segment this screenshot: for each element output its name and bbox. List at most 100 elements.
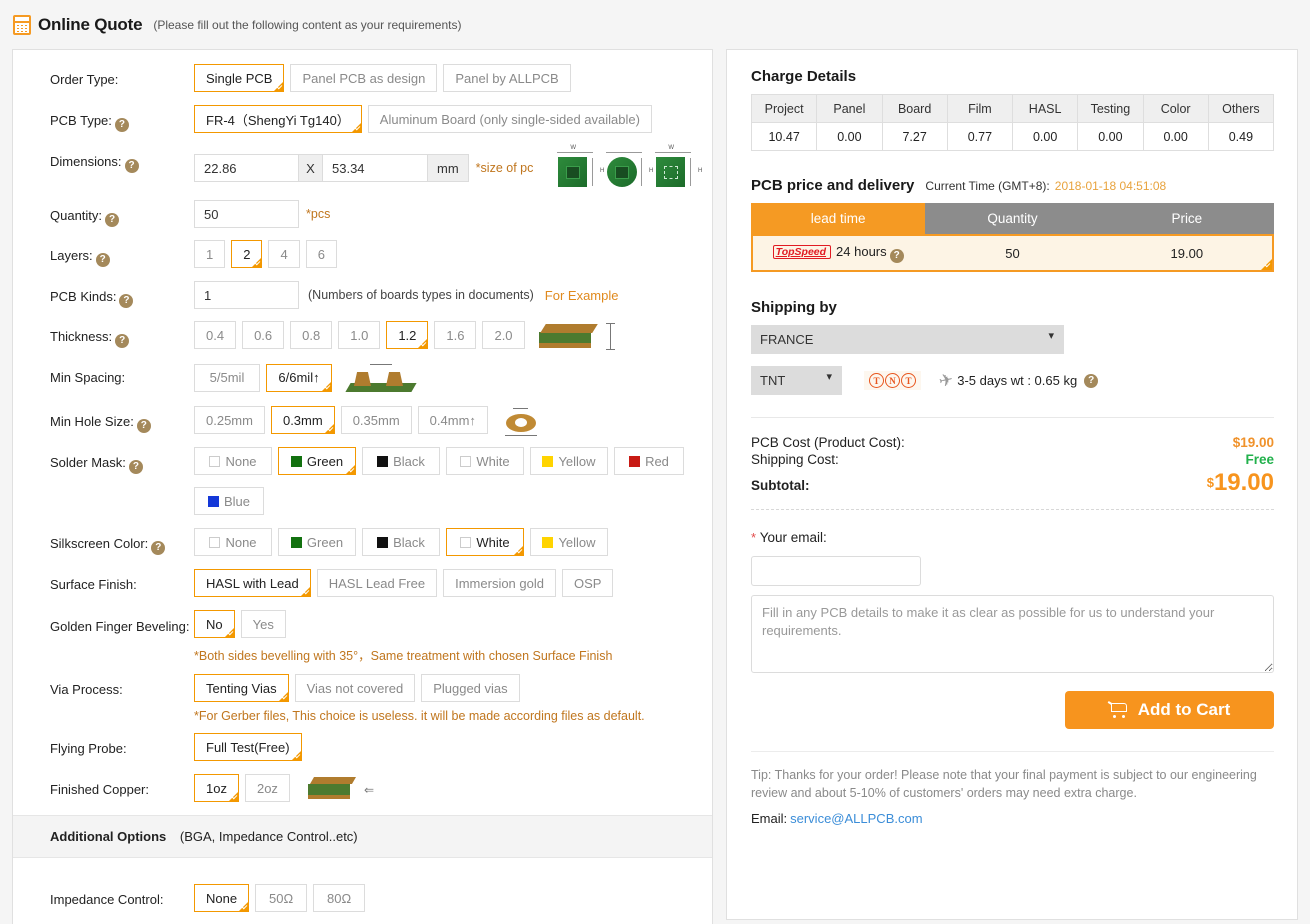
label-min-spacing: Min Spacing: <box>50 370 126 385</box>
help-icon-solder-mask[interactable]: ? <box>128 460 143 474</box>
impedance-option-50ohm[interactable]: 50Ω <box>255 884 308 912</box>
swatch-white-icon <box>460 455 472 467</box>
thickness-option-0-4[interactable]: 0.4 <box>194 321 237 349</box>
quantity-input[interactable] <box>194 200 299 228</box>
thickness-option-1-0[interactable]: 1.0 <box>338 321 381 349</box>
thickness-option-1-2[interactable]: 1.2 <box>386 321 429 349</box>
label-solder-mask-text: Solder Mask: <box>50 455 126 470</box>
surface-finish-option-osp[interactable]: OSP <box>561 569 614 597</box>
lead-time-cell[interactable]: TopSpeed 24 hours? <box>751 234 926 272</box>
surface-finish-option-hasl-with-lead[interactable]: HASL with Lead <box>194 569 311 597</box>
impedance-option-none[interactable]: None <box>194 884 250 912</box>
flying-probe-option-full-test[interactable]: Full Test(Free) <box>194 733 302 761</box>
solder-mask-option-black[interactable]: Black <box>362 447 440 475</box>
silkscreen-option-white[interactable]: White <box>446 528 524 556</box>
pcb-notes-textarea[interactable] <box>751 595 1274 673</box>
label-impedance-control: Impedance Control: <box>50 892 164 907</box>
solder-mask-option-none[interactable]: None <box>194 447 272 475</box>
finished-copper-illustration-icon <box>307 776 358 804</box>
lead-time-row[interactable]: TopSpeed 24 hours? 50 19.00 <box>751 234 1274 272</box>
help-icon-layers[interactable]: ? <box>95 253 110 267</box>
solder-mask-red-label: Red <box>645 453 669 469</box>
solder-mask-option-blue[interactable]: Blue <box>194 487 264 515</box>
pcb-shape-panel-icon: W H <box>651 145 702 190</box>
row-finished-copper: Finished Copper: 1oz 2oz ⇐ <box>13 774 712 805</box>
thickness-option-0-8[interactable]: 0.8 <box>290 321 333 349</box>
thickness-illustration-icon <box>538 322 601 352</box>
pcb-type-option-fr4[interactable]: FR-4（ShengYi Tg140） <box>194 105 362 133</box>
pcb-type-option-aluminum[interactable]: Aluminum Board (only single-sided availa… <box>367 105 652 133</box>
solder-mask-option-yellow[interactable]: Yellow <box>530 447 608 475</box>
layers-option-1[interactable]: 1 <box>194 240 226 268</box>
charge-details-title: Charge Details <box>751 68 857 85</box>
pcb-kinds-input[interactable] <box>194 281 299 309</box>
min-hole-option-0-4mm[interactable]: 0.4mm↑ <box>417 406 488 434</box>
pcb-kinds-example-link[interactable]: For Example <box>545 288 619 303</box>
finished-copper-option-1oz[interactable]: 1oz <box>194 774 239 802</box>
via-process-option-vias-not-covered[interactable]: Vias not covered <box>294 674 416 702</box>
layers-option-2[interactable]: 2 <box>231 240 263 268</box>
row-order-type: Order Type: Single PCB Panel PCB as desi… <box>13 64 712 95</box>
solder-mask-option-white[interactable]: White <box>446 447 524 475</box>
help-icon-dimensions[interactable]: ? <box>124 159 139 173</box>
dimension-height-input[interactable] <box>323 154 428 182</box>
add-to-cart-button[interactable]: Add to Cart <box>1065 691 1274 729</box>
silkscreen-option-black[interactable]: Black <box>362 528 440 556</box>
help-icon-lead-time[interactable]: ? <box>889 248 904 263</box>
row-pcb-kinds: PCB Kinds:? (Numbers of boards types in … <box>13 281 712 311</box>
shipping-country-select[interactable]: FRANCE <box>751 325 1064 354</box>
golden-finger-option-no[interactable]: No <box>194 610 235 638</box>
help-icon-min-hole-size[interactable]: ? <box>136 419 151 433</box>
label-pcb-kinds: PCB Kinds:? <box>50 281 194 308</box>
golden-finger-option-yes[interactable]: Yes <box>240 610 286 638</box>
help-icon-silkscreen-color[interactable]: ? <box>151 541 166 555</box>
solder-mask-option-green[interactable]: Green <box>278 447 356 475</box>
help-icon-quantity[interactable]: ? <box>105 213 120 227</box>
charge-val-board: 7.27 <box>881 122 948 151</box>
silkscreen-option-none[interactable]: None <box>194 528 272 556</box>
help-icon-thickness[interactable]: ? <box>115 334 130 348</box>
thickness-option-0-6[interactable]: 0.6 <box>242 321 285 349</box>
row-impedance-control: Impedance Control: None 50Ω 80Ω <box>13 884 712 915</box>
order-type-option-single-pcb[interactable]: Single PCB <box>194 64 285 92</box>
dimension-width-input[interactable] <box>194 154 299 182</box>
thickness-option-1-6[interactable]: 1.6 <box>434 321 477 349</box>
via-process-option-plugged-vias[interactable]: Plugged vias <box>421 674 520 702</box>
impedance-option-80ohm[interactable]: 80Ω <box>313 884 366 912</box>
label-order-type: Order Type: <box>50 72 119 87</box>
finished-copper-option-2oz[interactable]: 2oz <box>244 774 290 802</box>
cost-divider <box>751 509 1274 510</box>
layers-option-6[interactable]: 6 <box>305 240 337 268</box>
swatch-blue-icon <box>207 495 219 507</box>
row-flying-probe: Flying Probe: Full Test(Free) <box>13 733 712 764</box>
tnt-letter-n: N <box>885 373 900 388</box>
min-hole-option-0-25mm[interactable]: 0.25mm <box>194 406 265 434</box>
cost-line-shipping: Shipping Cost: Free <box>751 452 1274 467</box>
help-icon-pcb-type[interactable]: ? <box>114 118 129 132</box>
solder-mask-option-red[interactable]: Red <box>614 447 684 475</box>
help-icon-pcb-kinds[interactable]: ? <box>119 294 134 308</box>
subtotal-label: Subtotal: <box>751 478 810 493</box>
row-pcb-type: PCB Type:? FR-4（ShengYi Tg140） Aluminum … <box>13 105 712 136</box>
shipping-carrier-select[interactable]: TNT <box>751 366 842 395</box>
silkscreen-option-yellow[interactable]: Yellow <box>530 528 608 556</box>
min-hole-option-0-3mm[interactable]: 0.3mm <box>270 406 335 434</box>
email-label-row: * Your email: <box>751 530 1274 545</box>
min-hole-option-0-35mm[interactable]: 0.35mm <box>340 406 412 434</box>
help-icon-shipping[interactable]: ? <box>1084 373 1099 388</box>
order-type-option-panel-as-design[interactable]: Panel PCB as design <box>290 64 438 92</box>
charge-val-film: 0.77 <box>946 122 1014 151</box>
via-process-option-tenting-vias[interactable]: Tenting Vias <box>194 674 289 702</box>
shipping-cost-label: Shipping Cost: <box>751 452 839 467</box>
silkscreen-option-green[interactable]: Green <box>278 528 356 556</box>
layers-option-4[interactable]: 4 <box>268 240 300 268</box>
email-input[interactable] <box>751 556 921 586</box>
order-type-option-panel-by-allpcb[interactable]: Panel by ALLPCB <box>443 64 571 92</box>
shipping-country-wrap: FRANCE <box>751 325 1064 354</box>
min-spacing-option-5-5mil[interactable]: 5/5mil <box>194 363 260 392</box>
surface-finish-option-immersion-gold[interactable]: Immersion gold <box>443 569 556 597</box>
footer-email-link[interactable]: service@ALLPCB.com <box>790 811 922 826</box>
min-spacing-option-6-6mil[interactable]: 6/6mil↑ <box>266 363 332 392</box>
thickness-option-2-0[interactable]: 2.0 <box>482 321 525 349</box>
surface-finish-option-hasl-lead-free[interactable]: HASL Lead Free <box>316 569 438 597</box>
